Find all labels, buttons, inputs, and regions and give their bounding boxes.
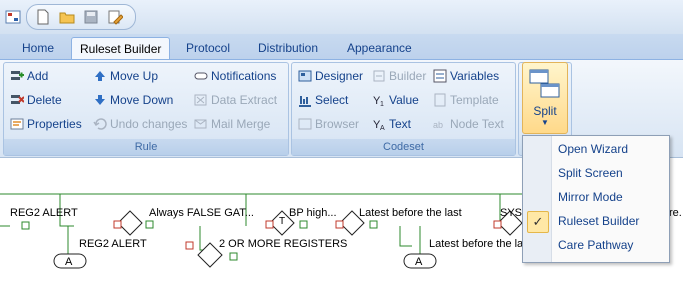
menu-item-open-wizard[interactable]: Open Wizard <box>523 137 669 161</box>
browser-icon <box>298 118 312 130</box>
undo-icon <box>93 118 107 130</box>
rule-group: Add Delete Properties Move Up Move Down … <box>3 62 289 156</box>
value-button[interactable]: Y 1 Value <box>372 90 419 110</box>
open-folder-icon[interactable] <box>59 9 75 25</box>
add-rule-icon <box>11 71 24 80</box>
template-button[interactable]: Template <box>433 90 499 110</box>
properties-edit-icon[interactable] <box>107 9 123 25</box>
diagram-label-always-false: Always FALSE GAT... <box>149 207 254 219</box>
diagram-node-a[interactable]: A <box>65 256 72 268</box>
split-label: Split <box>533 104 557 118</box>
node-text-icon: ab <box>433 120 443 130</box>
diagram-node-t: T <box>279 216 286 227</box>
builder-button[interactable]: Builder <box>372 66 426 86</box>
select-icon <box>299 96 311 107</box>
move-up-button[interactable]: Move Up <box>93 66 158 86</box>
arrow-up-icon <box>95 71 105 81</box>
diagram-label-reg2-alert: REG2 ALERT <box>10 207 78 219</box>
browser-button[interactable]: Browser <box>298 114 359 134</box>
diagram-label-latest-before-last: Latest before the last <box>359 207 462 219</box>
codeset-group-title: Codeset <box>292 139 515 155</box>
undo-changes-button[interactable]: Undo changes <box>93 114 187 134</box>
svg-text:A: A <box>380 125 385 131</box>
diagram-label-reg2-alert-2: REG2 ALERT <box>79 238 147 250</box>
variables-icon <box>433 69 447 83</box>
mail-merge-button[interactable]: Mail Merge <box>194 114 270 134</box>
diagram-label-truncated: re. <box>669 207 682 219</box>
chevron-down-icon: ▼ <box>541 118 549 127</box>
split-screen-icon <box>529 69 560 98</box>
menu-item-ruleset-builder[interactable]: ✓ Ruleset Builder <box>523 209 669 233</box>
mail-merge-icon <box>194 119 207 129</box>
app-menu-icon[interactable] <box>5 9 21 25</box>
add-button[interactable]: Add <box>10 66 48 86</box>
properties-icon <box>10 118 24 130</box>
value-icon: Y1 <box>373 95 384 107</box>
menu-item-care-pathway[interactable]: Care Pathway <box>523 233 669 257</box>
rule-group-title: Rule <box>4 139 288 155</box>
tab-distribution[interactable]: Distribution <box>250 37 326 59</box>
text-icon: YA <box>373 119 385 131</box>
select-button[interactable]: Select <box>298 90 348 110</box>
notifications-button[interactable]: Notifications <box>194 66 276 86</box>
ribbon-tabs: Home Ruleset Builder Protocol Distributi… <box>0 34 683 61</box>
delete-button[interactable]: Delete <box>10 90 62 110</box>
split-button[interactable]: Split ▼ <box>522 62 568 134</box>
codeset-group: Designer Select Browser Builder Y 1 Value … <box>291 62 516 156</box>
diagram-node-a-2[interactable]: A <box>415 256 422 268</box>
data-extract-icon <box>194 94 207 106</box>
svg-text:1: 1 <box>380 101 384 107</box>
variables-button[interactable]: Variables <box>433 66 499 86</box>
quick-access-toolbar <box>0 0 683 34</box>
text-button[interactable]: Y A Text <box>372 114 411 134</box>
delete-rule-icon <box>11 95 24 104</box>
tab-appearance[interactable]: Appearance <box>339 37 420 59</box>
node-text-button[interactable]: ab Node Text <box>433 114 504 134</box>
checkmark-icon: ✓ <box>527 211 549 233</box>
save-icon[interactable] <box>83 9 99 25</box>
new-file-icon[interactable] <box>35 9 51 25</box>
tab-ruleset-builder[interactable]: Ruleset Builder <box>71 37 171 61</box>
menu-item-split-screen[interactable]: Split Screen <box>523 161 669 185</box>
builder-icon <box>373 70 385 82</box>
diagram-label-two-or-more-registers: 2 OR MORE REGISTERS <box>219 238 348 250</box>
diagram-label-sys: SYS <box>500 207 523 219</box>
menu-item-mirror-mode[interactable]: Mirror Mode <box>523 185 669 209</box>
designer-icon <box>298 70 312 82</box>
diagram-label-latest-before-last-2: Latest before the la <box>429 238 524 250</box>
designer-button[interactable]: Designer <box>298 66 363 86</box>
split-dropdown-menu: Open Wizard Split Screen Mirror Mode ✓ R… <box>522 135 670 263</box>
template-icon <box>434 93 446 107</box>
notification-icon <box>194 72 208 80</box>
tab-protocol[interactable]: Protocol <box>178 37 238 59</box>
diagram-label-bp-high: BP high... <box>289 207 337 219</box>
data-extract-button[interactable]: Data Extract <box>194 90 277 110</box>
svg-text:ab: ab <box>433 120 443 130</box>
properties-button[interactable]: Properties <box>10 114 82 134</box>
tab-home[interactable]: Home <box>14 37 62 59</box>
move-down-button[interactable]: Move Down <box>93 90 173 110</box>
arrow-down-icon <box>95 95 105 105</box>
